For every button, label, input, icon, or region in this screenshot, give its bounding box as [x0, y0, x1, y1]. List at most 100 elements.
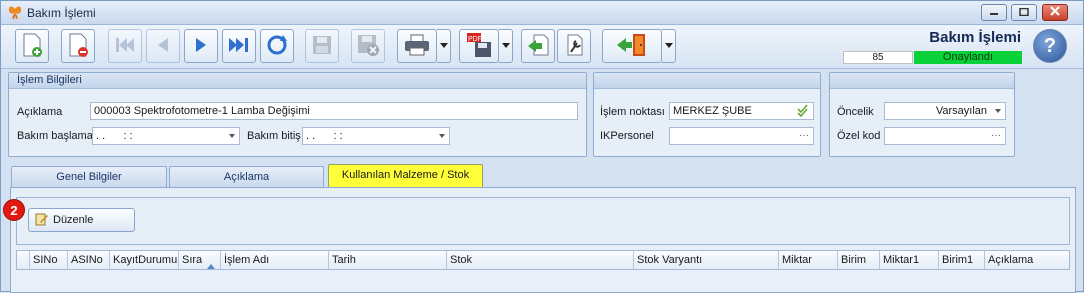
islem-bilgileri-group: İşlem Bilgileri Açıklama 000003 Spektrof… — [8, 72, 587, 157]
oncelik-group: Öncelik Varsayılan Özel kod ··· — [829, 72, 1015, 157]
islem-noktasi-value: MERKEZ ŞUBE — [673, 105, 752, 117]
record-count: 85 — [843, 51, 913, 64]
window-title: Bakım İşlemi — [27, 6, 96, 20]
column-header[interactable]: Miktar — [779, 251, 838, 269]
exit-button[interactable] — [602, 29, 662, 63]
status-badge: Onaylandı — [914, 51, 1022, 64]
module-title: Bakım İşlemi — [929, 29, 1021, 46]
previous-record-button[interactable] — [146, 29, 180, 63]
butterfly-icon — [7, 5, 23, 21]
column-header[interactable]: Açıklama — [985, 251, 1069, 269]
maximize-button[interactable] — [1011, 4, 1037, 21]
help-button[interactable]: ? — [1033, 29, 1067, 63]
column-header-sorted[interactable]: Sıra — [179, 251, 221, 269]
bakim-bitis-label: Bakım bitiş — [247, 130, 301, 142]
group-heading-blank — [594, 73, 820, 89]
oncelik-value: Varsayılan — [935, 105, 987, 117]
edit-panel: Düzenle — [16, 197, 1070, 245]
close-icon — [1050, 6, 1060, 19]
grid-body[interactable] — [16, 270, 1070, 292]
column-header[interactable]: SINo — [30, 251, 68, 269]
ozel-kod-label: Özel kod — [837, 130, 881, 142]
pdf-export-button[interactable]: PDF — [459, 29, 499, 63]
refresh-icon — [265, 33, 289, 60]
bakim-bitis-field[interactable]: . . : : — [302, 127, 450, 145]
tab-strip: Genel Bilgiler Açıklama Kullanılan Malze… — [10, 164, 1076, 188]
column-header[interactable]: Stok Varyantı — [634, 251, 779, 269]
oncelik-select[interactable]: Varsayılan — [884, 102, 1006, 120]
column-header[interactable]: Birim — [838, 251, 880, 269]
aciklama-label: Açıklama — [17, 106, 63, 118]
svg-text:PDF: PDF — [468, 36, 482, 43]
column-header[interactable]: İşlem Adı — [221, 251, 329, 269]
maximize-icon — [1019, 7, 1029, 19]
grid-header: SINo ASINo KayıtDurumu Sıra İşlem Adı Ta… — [16, 250, 1070, 270]
first-record-icon — [113, 35, 137, 58]
save-button[interactable] — [305, 29, 339, 63]
import-button[interactable] — [521, 29, 555, 63]
tab-aciklama[interactable]: Açıklama — [169, 166, 324, 187]
bakim-baslama-field[interactable]: . . : : — [92, 127, 240, 145]
close-button[interactable] — [1042, 4, 1068, 21]
islem-noktasi-field[interactable]: MERKEZ ŞUBE — [669, 102, 814, 120]
bakim-baslama-value: . . : : — [96, 130, 133, 142]
refresh-button[interactable] — [260, 29, 294, 63]
previous-record-icon — [153, 35, 173, 58]
column-header[interactable]: Birim1 — [939, 251, 985, 269]
chevron-down-icon — [229, 134, 235, 138]
column-header[interactable]: KayıtDurumu — [110, 251, 179, 269]
exit-dropdown[interactable] — [662, 29, 676, 63]
import-icon — [526, 33, 550, 60]
next-record-button[interactable] — [184, 29, 218, 63]
tab-kullanilan-malzeme[interactable]: Kullanılan Malzeme / Stok — [328, 164, 483, 188]
new-record-button[interactable] — [15, 29, 49, 63]
duzenle-button[interactable]: Düzenle — [28, 208, 135, 232]
step-badge: 2 — [3, 199, 25, 221]
edit-icon — [35, 212, 49, 229]
islem-noktasi-label: İşlem noktası — [600, 106, 665, 118]
save-close-icon — [356, 33, 380, 60]
minimize-button[interactable] — [981, 4, 1007, 21]
aciklama-field[interactable]: 000003 Spektrofotometre-1 Lamba Değişimi — [90, 102, 578, 120]
tools-button[interactable] — [557, 29, 591, 63]
next-record-icon — [191, 35, 211, 58]
sira-label: Sıra — [182, 254, 203, 266]
group-heading-blank — [830, 73, 1014, 89]
ik-personel-field[interactable]: ··· — [669, 127, 814, 145]
chevron-down-icon — [501, 40, 510, 52]
main-window: Bakım İşlemi PDF Bakım İşlemi 85 Onaylan… — [0, 0, 1084, 293]
oncelik-label: Öncelik — [837, 106, 874, 118]
print-dropdown[interactable] — [437, 29, 451, 63]
new-document-icon — [20, 32, 44, 61]
delete-document-icon — [66, 32, 90, 61]
column-header[interactable]: Miktar1 — [880, 251, 939, 269]
column-header[interactable]: ASINo — [68, 251, 110, 269]
last-record-button[interactable] — [222, 29, 256, 63]
double-check-icon — [797, 103, 809, 119]
duzenle-label: Düzenle — [53, 214, 94, 226]
column-header[interactable]: Tarih — [329, 251, 447, 269]
minimize-icon — [989, 7, 999, 19]
chevron-down-icon — [995, 109, 1001, 113]
title-bar: Bakım İşlemi — [1, 1, 1083, 25]
first-record-button[interactable] — [108, 29, 142, 63]
pdf-export-icon: PDF — [465, 32, 493, 61]
exit-icon — [615, 32, 649, 61]
save-icon — [311, 34, 333, 59]
delete-record-button[interactable] — [61, 29, 95, 63]
tab-genel-bilgiler[interactable]: Genel Bilgiler — [11, 166, 167, 187]
column-header[interactable]: Stok — [447, 251, 634, 269]
chevron-down-icon — [439, 134, 445, 138]
ellipsis-icon: ··· — [799, 130, 809, 141]
chevron-down-icon — [439, 40, 448, 52]
help-icon: ? — [1043, 34, 1057, 57]
chevron-down-icon — [664, 40, 673, 52]
ozel-kod-field[interactable]: ··· — [884, 127, 1006, 145]
islem-noktasi-group: İşlem noktası MERKEZ ŞUBE IKPersonel ··· — [593, 72, 821, 157]
tools-icon — [562, 33, 586, 60]
ellipsis-icon: ··· — [991, 130, 1001, 141]
print-button[interactable] — [397, 29, 437, 63]
export-dropdown[interactable] — [499, 29, 513, 63]
save-close-button[interactable] — [351, 29, 385, 63]
tab-content: Düzenle SINo ASINo KayıtDurumu Sıra İşle… — [10, 187, 1076, 293]
